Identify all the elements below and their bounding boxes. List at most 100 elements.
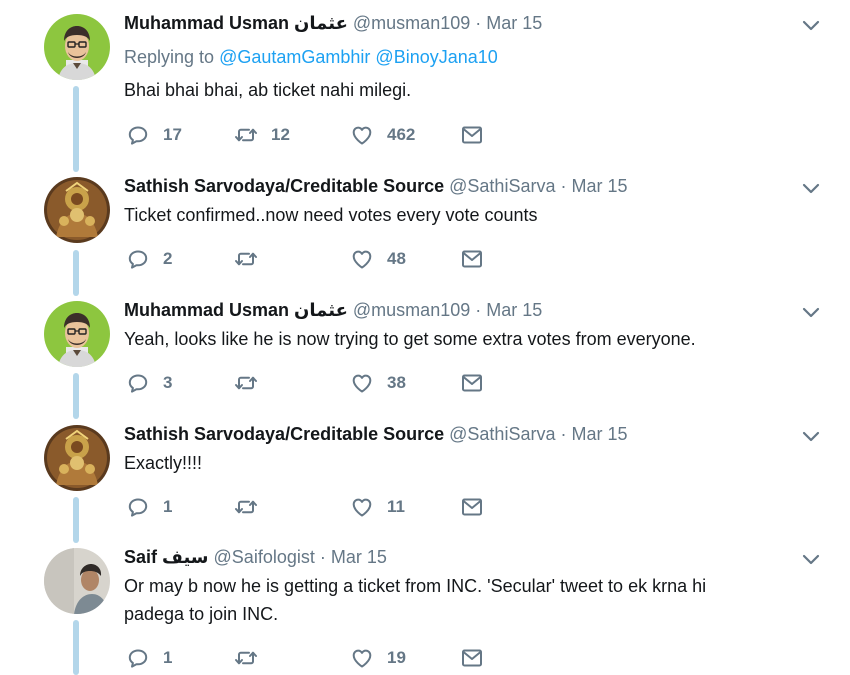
like-button[interactable]: 38 (350, 370, 406, 396)
reply-icon (126, 495, 150, 519)
envelope-icon (460, 123, 484, 147)
reply-count: 17 (163, 125, 182, 144)
like-button[interactable]: 19 (350, 645, 406, 671)
tweet-date[interactable]: Mar 15 (572, 176, 628, 196)
mention-link[interactable]: @GautamGambhir (219, 47, 370, 67)
retweet-icon (234, 371, 258, 395)
reply-count: 3 (163, 373, 173, 392)
reply-button[interactable]: 17 (126, 122, 182, 148)
retweet-icon (234, 495, 258, 519)
avatar[interactable] (44, 14, 110, 80)
tweet-actions: 1 11 (126, 494, 506, 520)
mention-link[interactable]: @BinoyJana10 (375, 47, 497, 67)
photo-man-avatar-icon (44, 548, 110, 614)
display-name[interactable]: Sathish Sarvodaya/Creditable Source (124, 424, 444, 444)
user-handle[interactable]: @musman109 (353, 300, 470, 320)
avatar[interactable] (44, 548, 110, 614)
tweet-header: Muhammad Usman عثمان @musman109 · Mar 15 (124, 299, 542, 321)
like-count: 48 (387, 249, 406, 268)
tweet-date[interactable]: Mar 15 (331, 547, 387, 567)
display-name[interactable]: Muhammad Usman عثمان (124, 13, 348, 33)
retweet-button[interactable] (234, 246, 271, 272)
reply-icon (126, 247, 150, 271)
separator: · (475, 300, 482, 320)
tweet-text: Or may b now he is getting a ticket from… (124, 576, 707, 624)
tweet[interactable]: Sathish Sarvodaya/Creditable Source @Sat… (0, 423, 850, 543)
chevron-down-icon[interactable] (800, 177, 822, 199)
direct-message-button[interactable] (460, 370, 484, 396)
tweet[interactable]: Muhammad Usman عثمان @musman109 · Mar 15… (0, 299, 850, 419)
display-name[interactable]: Muhammad Usman عثمان (124, 300, 348, 320)
heart-icon (350, 495, 374, 519)
retweet-button[interactable] (234, 370, 271, 396)
tweet[interactable]: Saif سیف @Saifologist · Mar 15 Or may b … (0, 546, 850, 675)
tweet-date[interactable]: Mar 15 (486, 13, 542, 33)
heart-icon (350, 123, 374, 147)
user-handle[interactable]: @Saifologist (214, 547, 315, 567)
retweet-button[interactable] (234, 645, 271, 671)
tweet-date[interactable]: Mar 15 (486, 300, 542, 320)
chevron-down-icon[interactable] (800, 14, 822, 36)
reply-button[interactable]: 2 (126, 246, 172, 272)
reply-button[interactable]: 1 (126, 645, 172, 671)
envelope-icon (460, 495, 484, 519)
display-name[interactable]: Saif سیف (124, 547, 209, 567)
deity-avatar-icon (44, 177, 110, 243)
tweet-text: Bhai bhai bhai, ab ticket nahi milegi. (124, 80, 412, 100)
direct-message-button[interactable] (460, 246, 484, 272)
tweet-text: Ticket confirmed..now need votes every v… (124, 205, 538, 225)
direct-message-button[interactable] (460, 645, 484, 671)
user-handle[interactable]: @musman109 (353, 13, 470, 33)
tweet-header: Muhammad Usman عثمان @musman109 · Mar 15 (124, 12, 542, 34)
like-count: 11 (387, 497, 405, 516)
like-count: 19 (387, 648, 406, 667)
tweet-actions: 2 48 (126, 246, 506, 272)
envelope-icon (460, 371, 484, 395)
reply-count: 1 (163, 497, 173, 516)
chevron-down-icon[interactable] (800, 548, 822, 570)
separator: · (475, 13, 482, 33)
retweet-button[interactable]: 12 (234, 122, 290, 148)
chevron-down-icon[interactable] (800, 425, 822, 447)
cartoon-man-avatar-icon (44, 14, 110, 80)
heart-icon (350, 646, 374, 670)
reply-icon (126, 123, 150, 147)
direct-message-button[interactable] (460, 122, 484, 148)
tweet[interactable]: Sathish Sarvodaya/Creditable Source @Sat… (0, 175, 850, 295)
tweet-actions: 1 19 (126, 645, 506, 671)
reply-button[interactable]: 1 (126, 494, 172, 520)
reply-icon (126, 646, 150, 670)
like-button[interactable]: 48 (350, 246, 406, 272)
retweet-icon (234, 247, 258, 271)
cartoon-man-avatar-icon (44, 301, 110, 367)
like-button[interactable]: 462 (350, 122, 415, 148)
heart-icon (350, 371, 374, 395)
user-handle[interactable]: @SathiSarva (449, 176, 555, 196)
retweet-count: 12 (271, 125, 290, 144)
direct-message-button[interactable] (460, 494, 484, 520)
reply-count: 2 (163, 249, 173, 268)
heart-icon (350, 247, 374, 271)
envelope-icon (460, 247, 484, 271)
tweet-date[interactable]: Mar 15 (572, 424, 628, 444)
avatar[interactable] (44, 425, 110, 491)
separator: · (560, 424, 567, 444)
reply-icon (126, 371, 150, 395)
avatar[interactable] (44, 301, 110, 367)
user-handle[interactable]: @SathiSarva (449, 424, 555, 444)
replying-to: Replying to @GautamGambhir @BinoyJana10 (124, 46, 498, 68)
tweet-header: Sathish Sarvodaya/Creditable Source @Sat… (124, 175, 628, 197)
avatar[interactable] (44, 177, 110, 243)
retweet-button[interactable] (234, 494, 271, 520)
tweet[interactable]: Muhammad Usman عثمان @musman109 · Mar 15… (0, 12, 850, 172)
chevron-down-icon[interactable] (800, 301, 822, 323)
like-button[interactable]: 11 (350, 494, 405, 520)
tweet-text: Exactly!!!! (124, 453, 203, 473)
retweet-icon (234, 123, 258, 147)
like-count: 462 (387, 125, 416, 144)
display-name[interactable]: Sathish Sarvodaya/Creditable Source (124, 176, 444, 196)
reply-button[interactable]: 3 (126, 370, 172, 396)
tweet-header: Sathish Sarvodaya/Creditable Source @Sat… (124, 423, 628, 445)
like-count: 38 (387, 373, 406, 392)
reply-count: 1 (163, 648, 173, 667)
